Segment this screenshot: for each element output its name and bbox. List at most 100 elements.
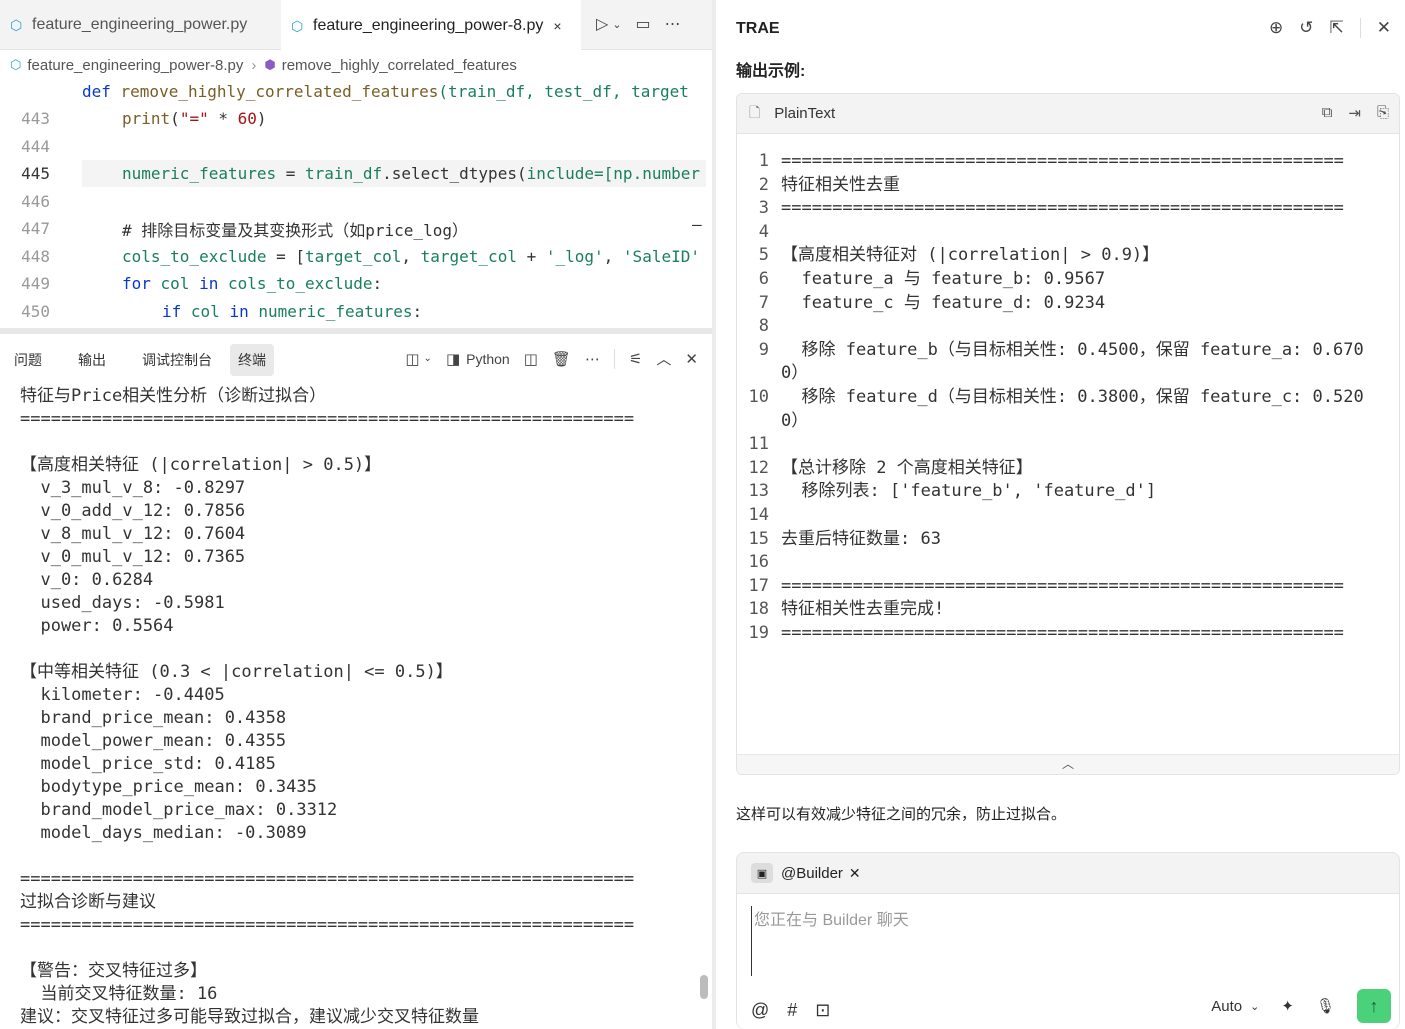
line-number: 18 — [748, 599, 769, 620]
chat-tools: @ # ⊡ — [751, 1000, 830, 1021]
tools-icon[interactable]: ✕ — [849, 865, 861, 882]
split-terminal-icon[interactable]: ◫ — [524, 350, 538, 368]
tab-output[interactable]: 输出 — [70, 344, 114, 376]
terminal-scrollbar[interactable] — [700, 975, 708, 999]
terminal-icon: ◨ — [445, 350, 461, 368]
line-number: 448 — [21, 247, 50, 266]
code-block-line: 5 【高度相关特征对 (|correlation| > 0.9)】 — [737, 244, 1399, 268]
model-selector[interactable]: Auto ⌄ — [1211, 998, 1259, 1015]
tab-debug-console[interactable]: 调试控制台 — [134, 344, 220, 376]
breadcrumb-file[interactable]: feature_engineering_power-8.py — [27, 57, 243, 74]
tab-feature-engineering-power-8[interactable]: ⬡ feature_engineering_power-8.py × — [281, 0, 581, 51]
collapse-code-button[interactable]: ︿ — [737, 754, 1399, 774]
assistant-title: TRAE — [736, 20, 780, 37]
tab-problems[interactable]: 问题 — [6, 344, 50, 376]
line-number: 9 — [758, 339, 769, 360]
code-block-text: 移除 feature_d（与目标相关性: 0.3800，保留 feature_c… — [781, 386, 1364, 431]
code-block-body: 1 =======================================… — [737, 150, 1399, 645]
agent-name[interactable]: @Builder — [781, 865, 843, 882]
code-block-text: feature_a 与 feature_b: 0.9567 — [781, 268, 1106, 289]
chevron-up-icon: ︿ — [1061, 757, 1074, 771]
new-chat-icon[interactable]: ⊕ — [1269, 18, 1283, 38]
divider — [613, 348, 615, 369]
microphone-icon[interactable]: 🎙 — [1316, 997, 1335, 1015]
close-icon[interactable]: ✕ — [1377, 18, 1391, 38]
mention-icon[interactable]: @ — [751, 1000, 769, 1021]
code-block-text: 移除列表: ['feature_b', 'feature_d'] — [781, 481, 1157, 502]
code-line: 443 print("=" * 60) — [0, 105, 712, 132]
settings-sliders-icon[interactable]: ⚟ — [629, 350, 642, 368]
code-block-line: 18 特征相关性去重完成! — [737, 598, 1399, 622]
terminal-output[interactable]: 特征与Price相关性分析（诊断过拟合） ====================… — [20, 385, 700, 1029]
chevron-down-icon: ⌄ — [1250, 1000, 1260, 1013]
line-number: 17 — [748, 575, 769, 596]
sparkle-icon[interactable]: ✦ — [1281, 997, 1294, 1015]
line-number: 444 — [21, 137, 50, 156]
send-button[interactable]: ↑ — [1357, 989, 1391, 1023]
editor-pane: ⬡ feature_engineering_power.py ⬡ feature… — [0, 0, 712, 1029]
insert-icon[interactable]: ⇥ — [1348, 104, 1361, 122]
shell-label: Python — [466, 350, 510, 367]
layout-icon[interactable]: ◫ — [405, 350, 419, 368]
code-block-text — [781, 315, 1371, 339]
copy-icon[interactable]: ⧉ — [1322, 104, 1333, 122]
run-icon[interactable]: ▷ — [596, 14, 608, 34]
terminal-line: v_0: 0.6284 — [20, 570, 154, 590]
terminal-line: 当前交叉特征数量: 16 — [20, 984, 218, 1004]
code-block-text — [781, 433, 1371, 457]
code-line: 448 cols_to_exclude = [target_col, targe… — [0, 243, 712, 270]
line-number: 7 — [758, 292, 769, 313]
line-number: 12 — [748, 457, 769, 478]
image-icon[interactable]: ⊡ — [815, 1000, 830, 1021]
code-block-line: 1 =======================================… — [737, 150, 1399, 174]
code-line: 446 — [0, 188, 712, 215]
more-icon[interactable]: ⋯ — [585, 350, 600, 368]
code-line: 447 # 排除目标变量及其变换形式（如price_log） — — [0, 215, 712, 242]
more-icon[interactable]: ⋯ — [665, 14, 681, 34]
terminal-shell-selector[interactable]: ◨ Python — [446, 350, 510, 368]
tab-feature-engineering-power[interactable]: ⬡ feature_engineering_power.py — [0, 0, 280, 50]
panel-sash[interactable] — [0, 328, 712, 334]
code-block-text: feature_c 与 feature_d: 0.9234 — [781, 292, 1106, 313]
code-block-text: ========================================… — [781, 622, 1344, 643]
terminal-line: v_3_mul_v_8: -0.8297 — [20, 478, 246, 498]
method-icon: ⬢ — [264, 57, 276, 72]
maximize-panel-icon[interactable]: ︿ — [656, 348, 671, 369]
hash-icon[interactable]: # — [787, 1000, 797, 1021]
code-block-text: 移除 feature_b（与目标相关性: 0.4500，保留 feature_a… — [781, 339, 1364, 384]
sticky-scroll-line: def remove_highly_correlated_features(tr… — [82, 82, 689, 101]
open-external-icon[interactable]: ⇱ — [1330, 18, 1344, 38]
terminal-line: model_price_std: 0.4185 — [20, 754, 276, 774]
code-block: 🗋 PlainText ⧉ ⇥ ⎘ 1 =====================… — [736, 93, 1400, 775]
breadcrumb-symbol[interactable]: remove_highly_correlated_features — [282, 57, 517, 74]
assistant-actions: ⊕ ↺ ⇱ ✕ — [1269, 18, 1391, 38]
code-line-current: 445 numeric_features = train_df.select_d… — [0, 160, 712, 187]
divider — [1359, 18, 1361, 38]
code-block-line: 11 — [737, 433, 1399, 457]
trash-icon[interactable]: 🗑 — [552, 350, 571, 368]
code-block-text: 去重后特征数量: 63 — [781, 528, 941, 549]
tab-terminal[interactable]: 终端 — [230, 344, 274, 376]
chevron-down-icon[interactable]: ⌄ — [424, 353, 432, 364]
close-panel-icon[interactable]: ✕ — [685, 350, 698, 368]
split-editor-icon[interactable]: ▭ — [636, 14, 651, 34]
chevron-down-icon[interactable]: ⌄ — [612, 18, 621, 31]
terminal-line: v_0_add_v_12: 0.7856 — [20, 501, 246, 521]
history-icon[interactable]: ↺ — [1299, 18, 1313, 38]
code-block-text: ========================================… — [781, 151, 1344, 171]
apply-icon[interactable]: ⎘ — [1377, 104, 1389, 122]
model-label: Auto — [1211, 997, 1243, 1015]
code-block-language: PlainText — [774, 105, 836, 122]
code-block-line: 12 【总计移除 2 个高度相关特征】 — [737, 457, 1399, 481]
terminal-line: ========================================… — [20, 915, 635, 935]
line-number: 1 — [758, 151, 769, 171]
close-tab-icon[interactable]: × — [553, 18, 561, 34]
line-number: 14 — [748, 504, 769, 525]
terminal-line: used_days: -0.5981 — [20, 593, 225, 613]
code-editor[interactable]: def remove_highly_correlated_features(tr… — [0, 78, 712, 328]
chat-input[interactable] — [751, 906, 1381, 976]
chevron-right-icon: › — [251, 56, 257, 74]
python-file-icon: ⬡ — [10, 17, 23, 33]
